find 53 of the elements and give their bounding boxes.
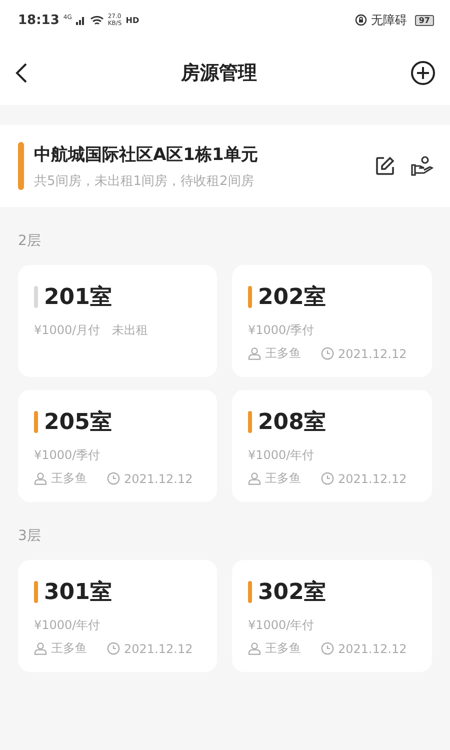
clock-icon — [321, 642, 334, 655]
building-summary: 共5间房，未出租1间房，待收租2间房 — [34, 172, 255, 190]
room-card[interactable]: 208室 ¥1000/年付 王多鱼 2021.12.12 — [232, 390, 432, 502]
tenant-name: 王多鱼 — [265, 345, 301, 362]
due-date: 2021.12.12 — [338, 642, 407, 656]
rent-price: ¥1000/季付 — [34, 447, 100, 464]
rent-price: ¥1000/年付 — [248, 617, 314, 634]
clock-icon — [107, 642, 120, 655]
wifi-icon — [90, 14, 104, 26]
room-name: 301室 — [44, 578, 112, 607]
room-name: 208室 — [258, 408, 326, 437]
hd-indicator: HD — [126, 16, 140, 24]
clock-icon — [321, 472, 334, 485]
accessibility-label: 无障碍 — [370, 12, 407, 28]
signal-icon — [76, 15, 86, 25]
room-name: 302室 — [258, 578, 326, 607]
room-card[interactable]: 302室 ¥1000/年付 王多鱼 2021.12.12 — [232, 560, 432, 672]
status-time: 18:13 — [18, 12, 60, 28]
room-card[interactable]: 201室 ¥1000/月付 未出租 — [18, 265, 217, 377]
due-date: 2021.12.12 — [338, 346, 407, 360]
room-status: 未出租 — [112, 322, 148, 339]
accent-bar — [18, 142, 24, 190]
rent-price: ¥1000/季付 — [248, 322, 314, 339]
due-date: 2021.12.12 — [124, 642, 193, 656]
floor-label: 2层 — [17, 232, 42, 251]
clock-icon — [107, 472, 120, 485]
person-icon — [34, 472, 47, 485]
rent-price: ¥1000/年付 — [34, 617, 100, 634]
person-icon — [248, 472, 261, 485]
room-name: 201室 — [44, 284, 112, 312]
hand-coin-button[interactable] — [408, 153, 436, 179]
building-name: 中航城国际社区A区1栋1单元 — [34, 144, 259, 166]
due-date: 2021.12.12 — [124, 472, 193, 486]
room-card[interactable]: 202室 ¥1000/季付 王多鱼 2021.12.12 — [232, 265, 432, 377]
rent-price: ¥1000/月付 — [34, 322, 100, 339]
person-icon — [248, 642, 261, 655]
room-card[interactable]: 205室 ¥1000/季付 王多鱼 2021.12.12 — [18, 390, 217, 502]
clock-icon — [321, 347, 334, 360]
rent-price: ¥1000/年付 — [248, 447, 314, 464]
person-icon — [34, 642, 47, 655]
room-name: 202室 — [258, 284, 326, 312]
lock-icon — [354, 14, 367, 26]
room-name: 205室 — [44, 408, 112, 437]
person-icon — [248, 347, 261, 360]
floor-label: 3层 — [17, 527, 42, 546]
due-date: 2021.12.12 — [338, 472, 407, 486]
page-title: 房源管理 — [181, 60, 257, 86]
tenant-name: 王多鱼 — [265, 470, 301, 487]
battery-indicator: 97 — [414, 14, 434, 26]
tenant-name: 王多鱼 — [51, 470, 87, 487]
tenant-name: 王多鱼 — [51, 640, 87, 657]
room-card[interactable]: 301室 ¥1000/年付 王多鱼 2021.12.12 — [18, 560, 217, 672]
tenant-name: 王多鱼 — [265, 640, 301, 657]
